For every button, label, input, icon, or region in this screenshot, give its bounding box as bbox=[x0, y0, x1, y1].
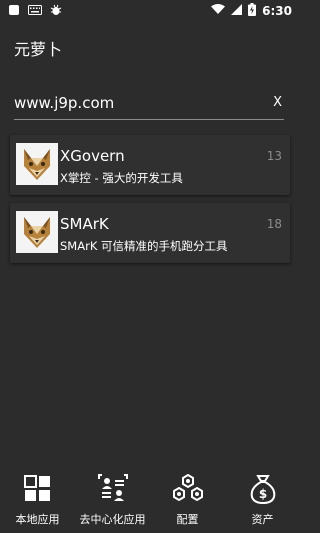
grid-apps-icon bbox=[22, 473, 54, 505]
item-description: SMArK 可信精准的手机跑分工具 bbox=[60, 239, 228, 253]
battery-charging-icon bbox=[248, 3, 257, 19]
item-count: 13 bbox=[266, 149, 282, 163]
item-description: X掌控 - 强大的开发工具 bbox=[60, 171, 183, 185]
status-right: 6:30 bbox=[211, 3, 292, 19]
clear-button[interactable]: X bbox=[273, 95, 284, 110]
notification-square-icon bbox=[8, 4, 20, 19]
item-name: XGovern bbox=[60, 147, 125, 165]
status-time: 6:30 bbox=[262, 4, 292, 18]
bottom-nav: 本地应用 去中心化应用 配置 $ 资产 bbox=[0, 467, 300, 533]
nav-label: 本地应用 bbox=[15, 513, 60, 526]
signal-icon bbox=[231, 4, 243, 18]
status-bar: 6:30 bbox=[0, 0, 300, 22]
nav-label: 资产 bbox=[251, 513, 274, 526]
nav-assets[interactable]: $ 资产 bbox=[225, 473, 300, 527]
hexagon-nodes-icon bbox=[172, 473, 204, 505]
svg-text:$: $ bbox=[258, 487, 266, 501]
money-bag-icon: $ bbox=[247, 473, 279, 505]
status-left bbox=[8, 4, 62, 19]
nav-label: 去中心化应用 bbox=[79, 513, 146, 526]
nav-config[interactable]: 配置 bbox=[150, 473, 225, 527]
wifi-icon bbox=[211, 4, 226, 18]
wolf-logo-icon bbox=[16, 143, 58, 185]
search-row: X bbox=[14, 86, 284, 120]
item-name: SMArK bbox=[60, 215, 109, 233]
people-network-icon bbox=[97, 473, 129, 505]
wolf-logo-icon bbox=[16, 211, 58, 253]
nav-decentralized-apps[interactable]: 去中心化应用 bbox=[75, 473, 150, 527]
keyboard-icon bbox=[28, 4, 42, 18]
item-count: 18 bbox=[266, 217, 282, 231]
search-input[interactable] bbox=[14, 93, 254, 112]
nav-label: 配置 bbox=[176, 513, 199, 526]
list-item-xgovern[interactable]: XGovern X掌控 - 强大的开发工具 13 bbox=[10, 135, 290, 195]
list-item-smark[interactable]: SMArK SMArK 可信精准的手机跑分工具 18 bbox=[10, 203, 290, 263]
bug-icon bbox=[50, 4, 62, 19]
nav-local-apps[interactable]: 本地应用 bbox=[0, 473, 75, 527]
app-list: XGovern X掌控 - 强大的开发工具 13 SMArK SMArK 可信精… bbox=[10, 135, 290, 271]
app-title: 元萝卜 bbox=[14, 40, 63, 59]
